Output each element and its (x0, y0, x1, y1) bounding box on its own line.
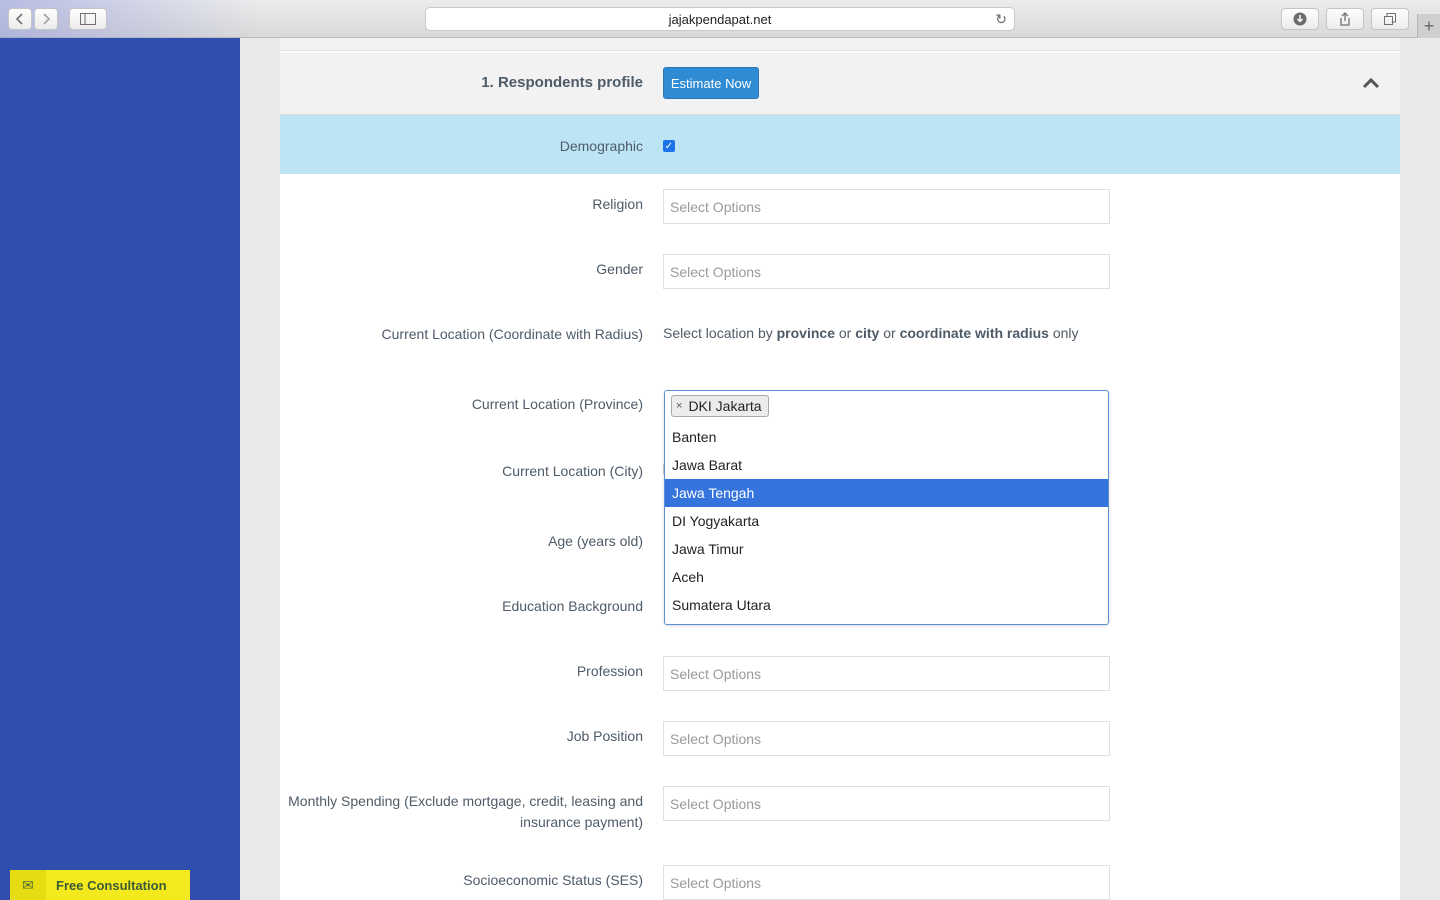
coordinate-label: Current Location (Coordinate with Radius… (381, 326, 643, 342)
monthly-spending-select[interactable]: Select Options (663, 786, 1110, 821)
gender-label: Gender (596, 261, 643, 277)
note-coordinate: coordinate with radius (899, 325, 1049, 341)
province-option[interactable]: DI Yogyakarta (665, 507, 1108, 535)
note-prefix: Select location by (663, 325, 773, 341)
estimate-now-button[interactable]: Estimate Now (663, 67, 759, 99)
job-position-select[interactable]: Select Options (663, 721, 1110, 756)
city-label: Current Location (City) (502, 463, 643, 479)
monthly-spending-label-line1: Monthly Spending (Exclude mortgage, cred… (288, 793, 643, 809)
selected-tag-label: DKI Jakarta (688, 398, 762, 414)
reload-icon[interactable]: ↻ (995, 11, 1007, 28)
province-option[interactable]: Sumatera Utara (665, 591, 1108, 619)
ses-select[interactable]: Select Options (663, 865, 1110, 900)
address-bar[interactable]: jajakpendapat.net ↻ (425, 7, 1015, 31)
profession-select[interactable]: Select Options (663, 656, 1110, 691)
gender-select[interactable]: Select Options (663, 254, 1110, 289)
religion-select[interactable]: Select Options (663, 189, 1110, 224)
note-or-2: or (883, 325, 896, 341)
profession-label: Profession (576, 663, 643, 679)
tabs-overview-button[interactable] (1371, 8, 1409, 30)
age-label: Age (years old) (548, 533, 643, 549)
note-province: province (776, 325, 835, 341)
note-suffix: only (1052, 325, 1079, 341)
download-icon (1293, 12, 1307, 26)
left-sidebar (0, 38, 240, 900)
note-city: city (855, 325, 880, 341)
selected-tag[interactable]: × DKI Jakarta (671, 395, 769, 417)
back-button[interactable] (8, 8, 32, 30)
url-text: jajakpendapat.net (668, 11, 772, 27)
province-option[interactable]: Jawa Barat (665, 451, 1108, 479)
top-strip (280, 38, 1400, 51)
chevron-left-icon (15, 13, 23, 25)
main-content: 1. Respondents profile Estimate Now Demo… (280, 38, 1400, 900)
province-option[interactable]: Jawa Tengah (665, 479, 1108, 507)
sidebar-toggle-button[interactable] (69, 8, 107, 30)
plus-icon: + (1423, 15, 1435, 36)
share-button[interactable] (1326, 8, 1364, 30)
demographic-label: Demographic (559, 138, 643, 154)
province-multiselect[interactable]: × DKI Jakarta Banten Jawa Barat Jawa Tenga… (664, 390, 1109, 625)
note-or-1: or (838, 325, 852, 341)
remove-tag-icon[interactable]: × (676, 400, 682, 412)
monthly-spending-label: Monthly Spending (Exclude mortgage, cred… (288, 791, 643, 833)
forward-button[interactable] (34, 8, 58, 30)
sidebar-icon (80, 13, 96, 25)
section-header: 1. Respondents profile Estimate Now (280, 52, 1400, 115)
province-option[interactable]: Jawa Timur (665, 535, 1108, 563)
province-option[interactable]: Aceh (665, 563, 1108, 591)
province-label: Current Location (Province) (471, 396, 643, 412)
chevron-right-icon (43, 13, 51, 25)
chevron-up-icon[interactable] (1362, 74, 1380, 92)
ses-label: Socioeconomic Status (SES) (463, 872, 643, 888)
free-consultation-button[interactable]: ✉ Free Consultation (10, 870, 190, 900)
new-tab-button[interactable]: + (1417, 14, 1440, 38)
province-options-list: Banten Jawa Barat Jawa Tengah DI Yogyakarta… (665, 423, 1108, 619)
location-note: Select location by province or city or c… (663, 325, 1079, 341)
free-consultation-label: Free Consultation (56, 877, 167, 893)
demographic-row: Demographic ✓ (280, 115, 1400, 174)
section-title: 1. Respondents profile (481, 74, 643, 91)
education-label: Education Background (502, 598, 643, 614)
checkmark-icon: ✓ (664, 140, 674, 152)
downloads-button[interactable] (1281, 8, 1319, 30)
envelope-icon: ✉ (10, 870, 46, 900)
browser-toolbar: jajakpendapat.net ↻ + (0, 0, 1440, 38)
monthly-spending-label-line2: insurance payment) (520, 814, 643, 830)
demographic-checkbox[interactable]: ✓ (663, 140, 675, 152)
province-option[interactable]: Banten (665, 423, 1108, 451)
religion-label: Religion (592, 196, 643, 212)
tabs-icon (1384, 13, 1396, 25)
job-position-label: Job Position (566, 728, 643, 744)
share-icon (1340, 12, 1350, 26)
